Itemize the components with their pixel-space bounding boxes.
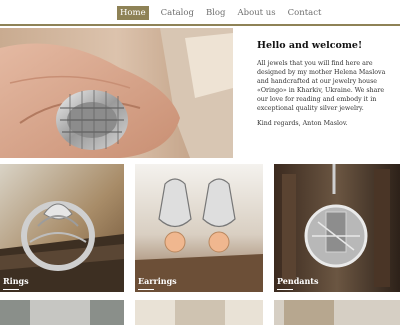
category-card-rings[interactable]: Rings	[0, 164, 124, 292]
category-label-pendants: Pendants	[277, 276, 319, 286]
nav-item-catalog[interactable]: Catalog	[161, 6, 194, 20]
rings-photo	[0, 164, 124, 292]
category-card-row2-1[interactable]	[0, 300, 124, 325]
earrings-photo	[135, 164, 263, 292]
hero-ring-photo	[0, 28, 233, 158]
category-card-pendants[interactable]: Pendants	[274, 164, 400, 292]
nav-item-contact[interactable]: Contact	[288, 6, 322, 20]
welcome-signature: Kind regards, Anton Maslov.	[257, 120, 348, 127]
category-card-row2-3[interactable]	[274, 300, 400, 325]
nav-divider	[0, 24, 400, 26]
welcome-text: All jewels that you will find here are d…	[257, 60, 386, 112]
category-card-row2-2[interactable]	[135, 300, 263, 325]
category-label-rings: Rings	[3, 276, 29, 286]
category-label-earrings: Earrings	[138, 276, 177, 286]
top-navigation: Home Catalog Blog About us Contact	[0, 0, 400, 26]
nav-item-blog[interactable]: Blog	[206, 6, 226, 20]
nav-item-home[interactable]: Home	[117, 6, 149, 20]
category-underline	[138, 289, 154, 290]
category-underline	[3, 289, 19, 290]
category-underline	[277, 289, 293, 290]
category-card-earrings[interactable]: Earrings	[135, 164, 263, 292]
pendants-photo	[274, 164, 400, 292]
welcome-section: Hello and welcome! All jewels that you w…	[257, 40, 395, 134]
nav-item-about-us[interactable]: About us	[238, 6, 276, 20]
welcome-title: Hello and welcome!	[257, 40, 363, 51]
